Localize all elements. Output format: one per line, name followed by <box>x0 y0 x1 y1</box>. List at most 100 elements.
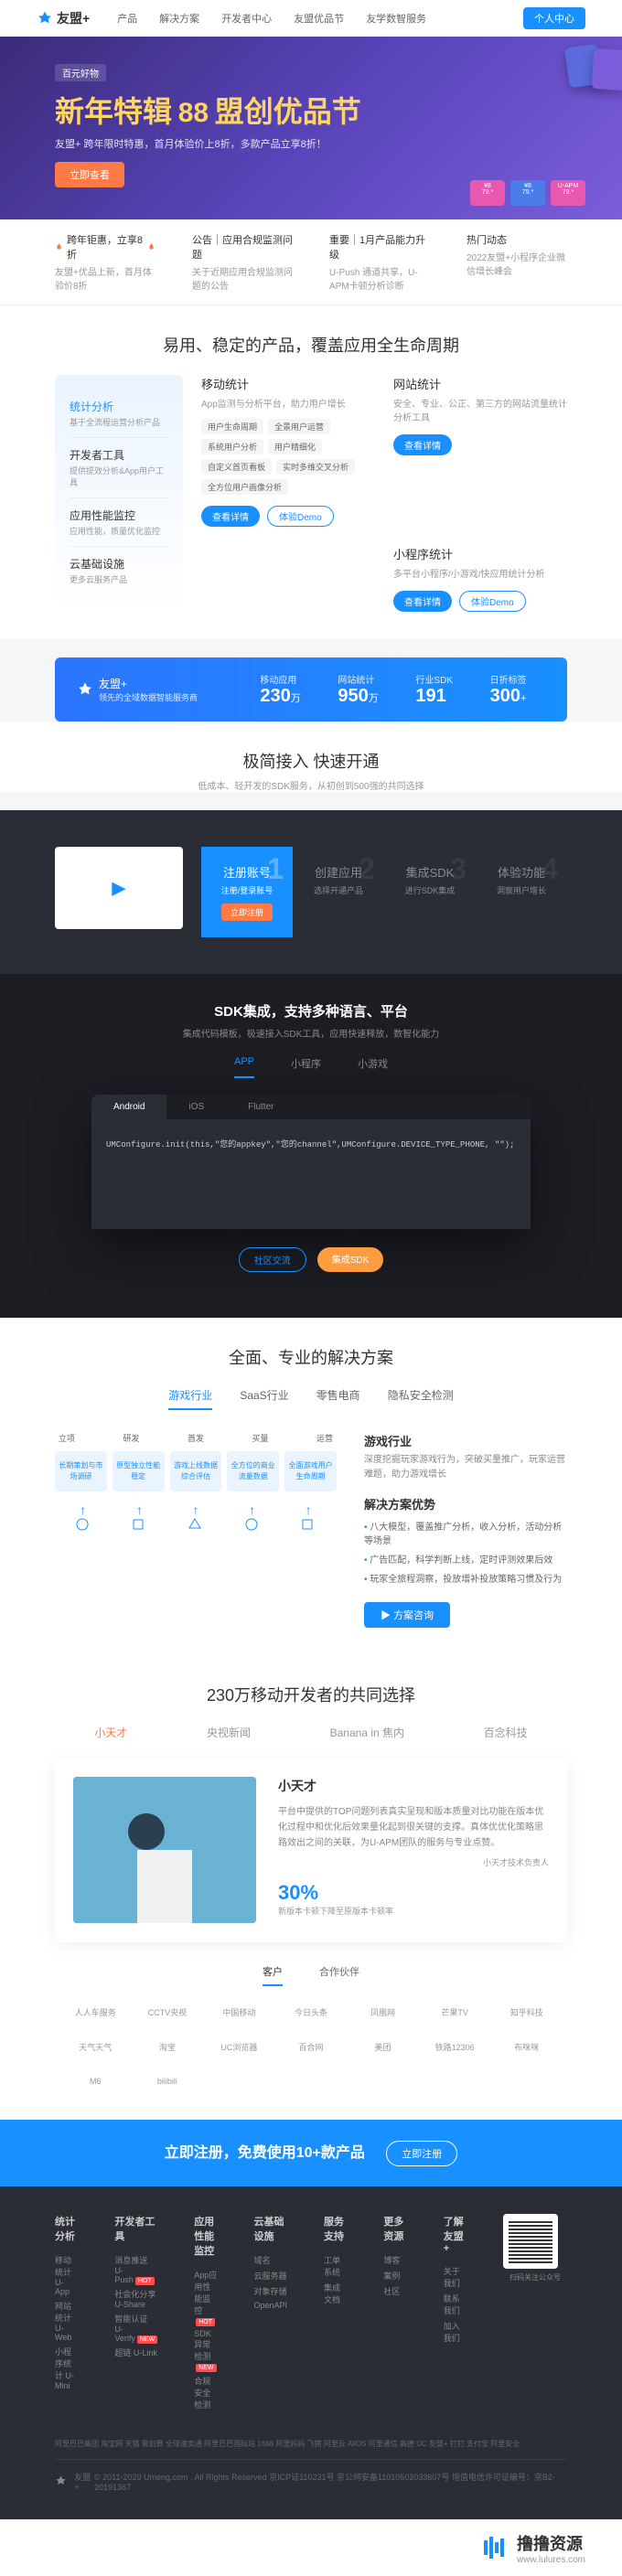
footer-link[interactable]: 域名 <box>254 2252 288 2268</box>
partner-logo: UC浏览器 <box>208 2036 271 2058</box>
cta-text: 立即注册，免费使用10+款产品 <box>165 2140 365 2162</box>
sidebar-item-cloud[interactable]: 云基础设施 更多云服务产品 <box>70 547 168 594</box>
register-button[interactable]: 立即注册 <box>221 903 273 921</box>
tab-partners[interactable]: 合作伙伴 <box>319 1964 359 1986</box>
product-card-mobile: 移动统计 App监测与分析平台，助力用户增长 用户生命周期 全景用户运营 系统用… <box>201 375 375 527</box>
footer-link[interactable]: 博客 <box>383 2252 406 2268</box>
cust-logo-xtc[interactable]: 小天才 <box>94 1725 127 1740</box>
sol-tab-privacy[interactable]: 隐私安全检测 <box>388 1387 454 1410</box>
user-center-button[interactable]: 个人中心 <box>523 7 585 29</box>
demo-video[interactable] <box>55 847 183 929</box>
cust-logo-banana[interactable]: Banana in 焦内 <box>330 1725 404 1740</box>
footer-link[interactable]: 超链 U-Link <box>114 2345 157 2360</box>
community-button[interactable]: 社区交流 <box>239 1247 306 1272</box>
footer-link[interactable]: OpenAPI <box>254 2299 288 2312</box>
footer-link[interactable]: 合规安全检测 <box>194 2373 217 2412</box>
customer-logos: 小天才 央视新闻 Banana in 焦内 百念科技 <box>55 1725 567 1740</box>
footer-link[interactable]: 对象存储 <box>254 2283 288 2299</box>
notice-item[interactable]: 公告｜应用合规监测问题 关于近期应用合规监测问题的公告 <box>192 232 293 292</box>
partner-logo: 百合网 <box>280 2036 343 2058</box>
stat-label: 行业SDK <box>415 672 453 686</box>
sdk-tab-game[interactable]: 小游戏 <box>358 1056 388 1078</box>
sol-tab-saas[interactable]: SaaS行业 <box>240 1387 288 1410</box>
footer-link[interactable]: 消息推送 U-PushHOT <box>114 2252 157 2286</box>
sidebar-item-apm[interactable]: 应用性能监控 应用性能，质量优化监控 <box>70 498 168 547</box>
sidebar-label: 开发者工具 <box>70 447 168 463</box>
solution-section: 全面、专业的解决方案 游戏行业 SaaS行业 零售电商 隐私安全检测 立项 研发… <box>0 1318 622 1655</box>
cust-logo-bn[interactable]: 百念科技 <box>484 1725 528 1740</box>
footer-link[interactable]: 工单系统 <box>324 2252 347 2280</box>
code-tab-android[interactable]: Android <box>91 1095 166 1119</box>
footer-link[interactable]: 小程序统计 U-Mini <box>55 2344 78 2392</box>
footer-link[interactable]: App应用性能监控HOT <box>194 2267 217 2327</box>
tag: 用户生命周期 <box>201 419 263 434</box>
tag-list: 用户生命周期 全景用户运营 系统用户分析 用户精细化 自定义首页看板 实时多维交… <box>201 419 375 495</box>
footer-link[interactable]: 社区 <box>383 2283 406 2299</box>
flow-label: 买量 <box>252 1432 268 1444</box>
nav-dev[interactable]: 开发者中心 <box>221 11 272 26</box>
stat-number: 950 <box>338 686 368 706</box>
sidebar-item-devtools[interactable]: 开发者工具 提供提效分析&App用户工具 <box>70 438 168 498</box>
tab-customers[interactable]: 客户 <box>263 1964 283 1986</box>
card-sub: 多平台小程序/小游戏/快应用统计分析 <box>393 566 567 580</box>
step-register[interactable]: 1 注册账号 注册/登录账号 立即注册 <box>201 847 293 937</box>
footer-link[interactable]: SDK异常检测NEW <box>194 2327 217 2373</box>
sdk-tab-app[interactable]: APP <box>234 1056 254 1078</box>
step-create[interactable]: 2 创建应用 选择开通产品 <box>293 847 384 937</box>
step-experience[interactable]: 4 体验功能 洞察用户增长 <box>476 847 567 937</box>
detail-button[interactable]: 查看详情 <box>393 591 452 612</box>
nav-solution[interactable]: 解决方案 <box>159 11 199 26</box>
nav-fest[interactable]: 友盟优品节 <box>294 11 344 26</box>
hero-cta-button[interactable]: 立即查看 <box>55 162 124 187</box>
sdk-tab-mini[interactable]: 小程序 <box>291 1056 321 1078</box>
demo-button[interactable]: 体验Demo <box>459 591 526 612</box>
sol-tab-retail[interactable]: 零售电商 <box>316 1387 360 1410</box>
fire-icon <box>147 242 156 251</box>
nav-service[interactable]: 友学数智服务 <box>366 11 426 26</box>
sdk-title: SDK集成，支持多种语言、平台 <box>55 1001 567 1021</box>
consult-button[interactable]: ▶ 方案咨询 <box>364 1602 450 1628</box>
stat-label: 移动应用 <box>260 672 300 686</box>
footer-link[interactable]: 智能认证 U-VerifyNEW <box>114 2311 157 2345</box>
card-title: 移动统计 <box>201 375 375 392</box>
stat-item: 日折标签300+ <box>490 672 527 707</box>
flow-box: 原型独立性能稳定 <box>113 1451 165 1491</box>
notice-item[interactable]: 热门动态 2022友盟+小程序企业微信增长峰会 <box>466 232 567 292</box>
footer-link[interactable]: 联系我们 <box>444 2291 466 2318</box>
integrate-button[interactable]: 集成SDK <box>317 1247 384 1272</box>
footer-link[interactable]: 网站统计 U-Web <box>55 2298 78 2344</box>
cust-logo-cctv[interactable]: 央视新闻 <box>207 1725 251 1740</box>
footer-link[interactable]: 集成文档 <box>324 2280 347 2307</box>
nav-product[interactable]: 产品 <box>117 11 137 26</box>
stat-item: 移动应用230万 <box>260 672 300 707</box>
watermark: 撸撸资源 www.lulures.com <box>0 2519 622 2576</box>
footer-link[interactable]: 案例 <box>383 2268 406 2283</box>
logo-icon <box>77 681 93 698</box>
detail-button[interactable]: 查看详情 <box>201 506 260 527</box>
code-tab-ios[interactable]: iOS <box>166 1095 226 1119</box>
footer-link[interactable]: 社会化分享 U-Share <box>114 2286 157 2311</box>
notice-item[interactable]: 跨年钜惠，立享8折 友盟+优品上新，首月体验价8折 <box>55 232 156 292</box>
sidebar-item-analytics[interactable]: 统计分析 基于全流程运营分析产品 <box>70 390 168 438</box>
code-tab-flutter[interactable]: Flutter <box>226 1095 295 1119</box>
footer-heading: 统计分析 <box>55 2214 78 2243</box>
tag: 实时多维交叉分析 <box>276 459 355 475</box>
footer-col: 更多资源 博客 案例 社区 <box>383 2214 406 2412</box>
footer-col: 云基础设施 域名 云服务器 对象存储 OpenAPI <box>254 2214 288 2412</box>
footer-link[interactable]: 云服务器 <box>254 2268 288 2283</box>
notice-item[interactable]: 重要｜1月产品能力升级 U-Push 通道共享，U-APM卡顿分析诊断 <box>329 232 430 292</box>
register-button[interactable]: 立即注册 <box>386 2141 457 2166</box>
notice-sub: 友盟+优品上新，首月体验价8折 <box>55 264 156 292</box>
logo-icon <box>37 10 53 27</box>
logo[interactable]: 友盟+ <box>37 9 90 27</box>
footer-link[interactable]: 关于我们 <box>444 2263 466 2291</box>
logo-grid: 人人车服务 CCTV央视 中国移动 今日头条 凤凰网 芒果TV 知乎科技 天气天… <box>55 2001 567 2092</box>
tag: 自定义首页看板 <box>201 459 272 475</box>
detail-button[interactable]: 查看详情 <box>393 434 452 455</box>
demo-button[interactable]: 体验Demo <box>267 506 334 527</box>
sdk-platform-tabs: APP 小程序 小游戏 <box>55 1056 567 1078</box>
step-sdk[interactable]: 3 集成SDK 进行SDK集成 <box>384 847 476 937</box>
sol-tab-game[interactable]: 游戏行业 <box>168 1387 212 1410</box>
footer-link[interactable]: 加入我们 <box>444 2318 466 2346</box>
footer-link[interactable]: 移动统计 U-App <box>55 2252 78 2298</box>
